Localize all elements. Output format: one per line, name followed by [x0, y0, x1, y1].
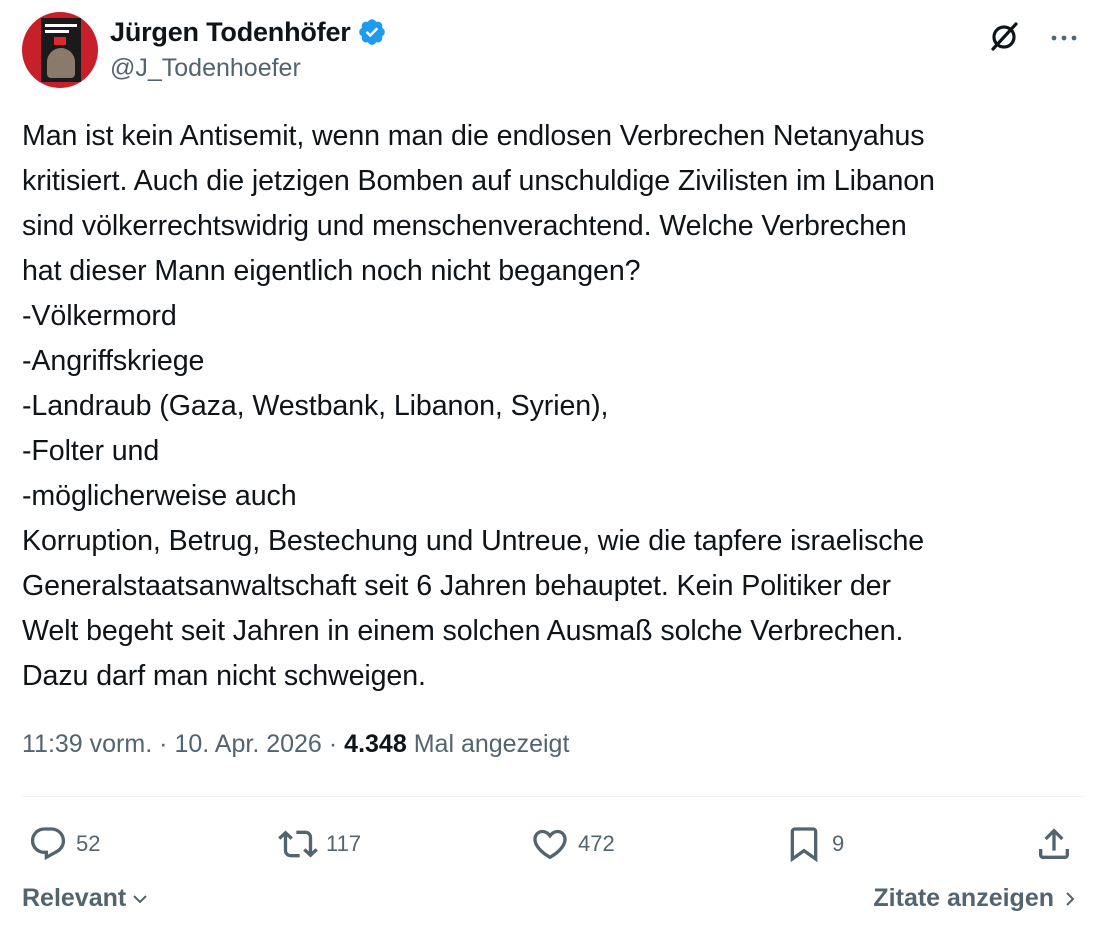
tweet-meta: 11:39 vorm. · 10. Apr. 2026 · 4.348 Mal … — [22, 730, 569, 759]
retweet-icon — [278, 830, 318, 858]
view-quotes-link[interactable]: Zitate anzeigen — [873, 884, 1080, 913]
grok-icon[interactable] — [986, 18, 1022, 54]
bookmark-button[interactable]: 9 — [784, 820, 844, 868]
views-label: Mal angezeigt — [413, 730, 570, 758]
verified-badge-icon — [358, 19, 385, 45]
avatar-book-image — [41, 18, 81, 82]
author-handle[interactable]: @J_Todenhoefer — [110, 54, 301, 83]
tweet-header: Jürgen Todenhöfer @J_Todenhoefer — [22, 12, 1082, 92]
sort-dropdown[interactable]: Relevant — [22, 884, 150, 913]
tweet-date[interactable]: 10. Apr. 2026 — [174, 730, 321, 759]
action-bar: 52 117 472 9 — [22, 820, 1084, 868]
retweet-count: 117 — [326, 831, 362, 856]
view-quotes-label: Zitate anzeigen — [873, 884, 1054, 912]
like-count: 472 — [578, 831, 615, 856]
share-button[interactable] — [1034, 820, 1074, 868]
avatar[interactable] — [22, 12, 98, 88]
bookmark-count: 9 — [832, 831, 845, 856]
sort-label: Relevant — [22, 884, 127, 912]
reply-button[interactable]: 52 — [28, 820, 100, 868]
share-icon — [1039, 828, 1069, 859]
like-button[interactable]: 472 — [530, 820, 615, 868]
heart-icon — [533, 829, 567, 860]
chevron-down-icon — [133, 894, 147, 903]
chevron-right-icon — [1066, 891, 1075, 906]
author-name-row[interactable]: Jürgen Todenhöfer — [110, 16, 387, 48]
tweet-time[interactable]: 11:39 vorm. — [22, 730, 152, 759]
tweet-text: Man ist kein Antisemit, wenn man die end… — [22, 120, 935, 692]
retweet-button[interactable]: 117 — [278, 820, 361, 868]
divider — [22, 796, 1084, 797]
meta-separator: · — [328, 730, 338, 758]
views-count[interactable]: 4.348 — [344, 730, 407, 759]
reply-count: 52 — [76, 831, 101, 856]
meta-separator: · — [159, 730, 168, 758]
reply-icon — [30, 827, 66, 861]
more-icon[interactable] — [1046, 18, 1082, 54]
bookmark-icon — [790, 827, 818, 863]
author-display-name[interactable]: Jürgen Todenhöfer — [110, 17, 351, 48]
